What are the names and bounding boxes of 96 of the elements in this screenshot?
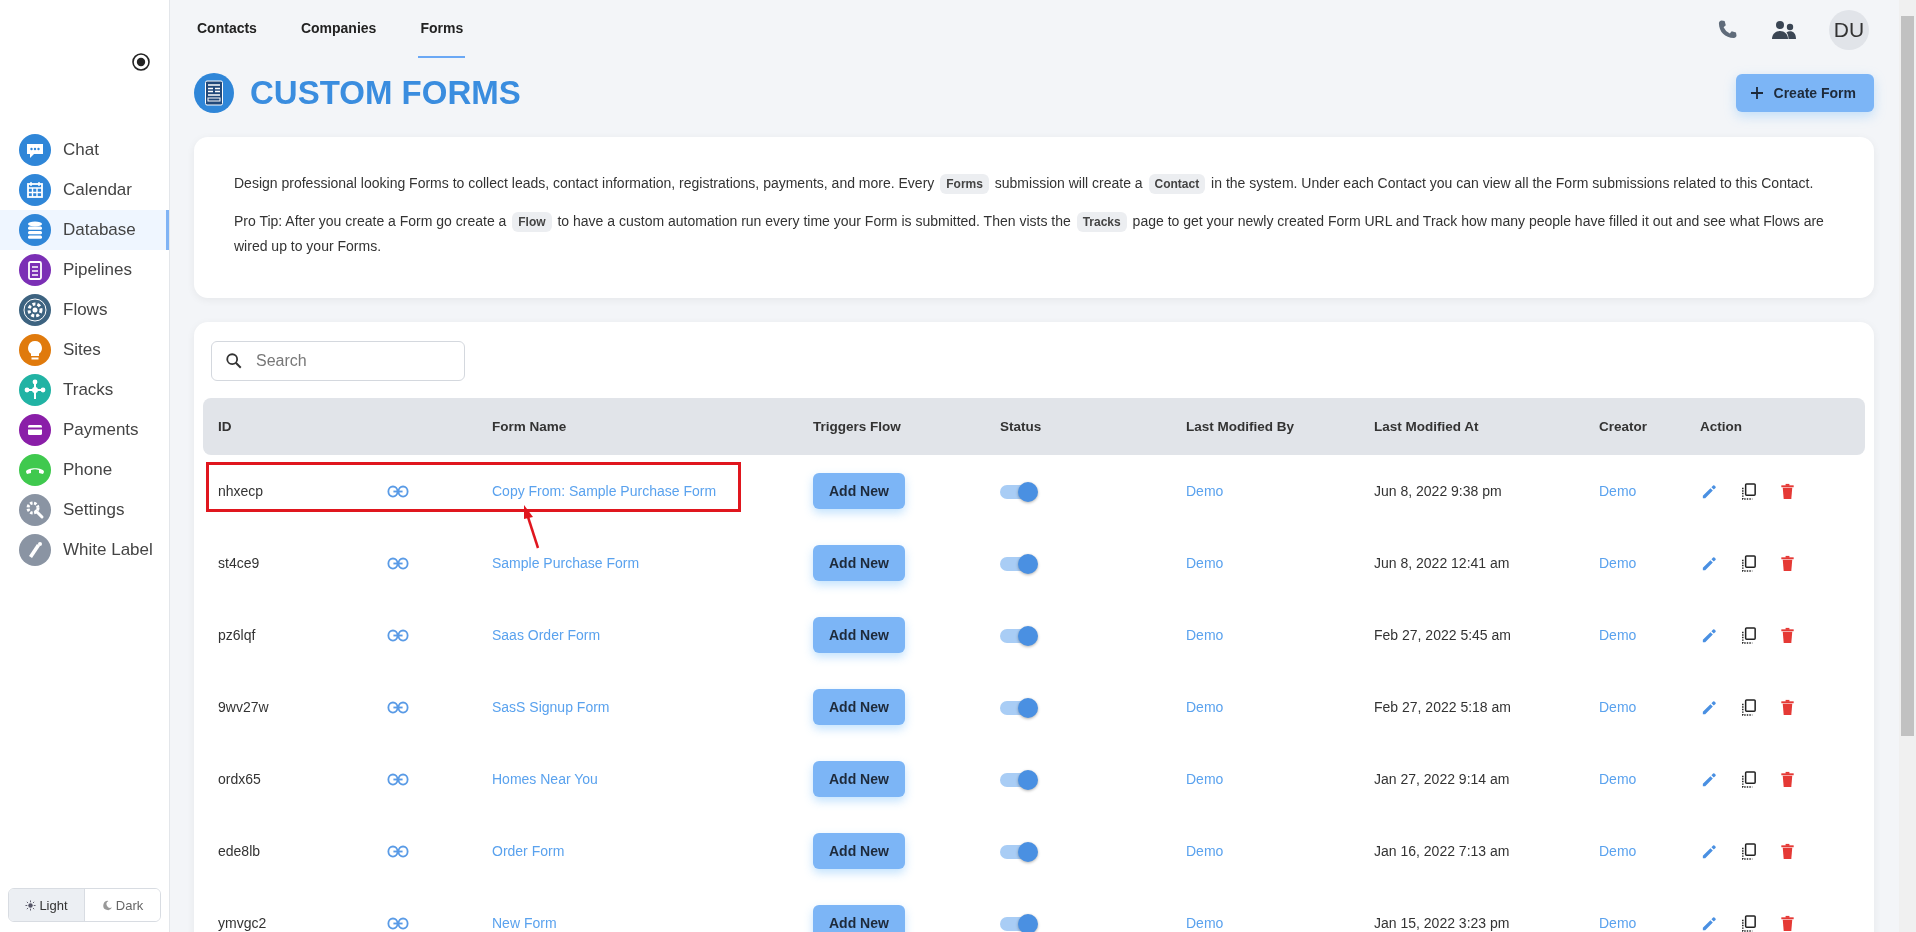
status-toggle[interactable] [1000, 772, 1036, 787]
sidebar-item[interactable]: Pipelines [0, 250, 169, 290]
trash-icon[interactable] [1778, 841, 1797, 861]
sidebar-item[interactable]: White Label [0, 530, 169, 570]
column-header: ID [217, 419, 233, 434]
table-cell: ymvgc2 [218, 915, 267, 931]
clipboard-icon [19, 254, 51, 286]
table-cell-text: Jun 8, 2022 9:38 pm [1373, 483, 1503, 499]
description-text: Pro Tip: After you create a Form go create a Flow to have a custom automation run every time your Form is submitted. Then vists the Tracks page to get your newly created Form URL and Track how many people have filled it out and see what Flows are wired up to your Forms. [234, 211, 1825, 256]
theme-toggle-option[interactable]: Light [9, 889, 84, 921]
add-new-button[interactable]: Add New [813, 833, 905, 869]
sidebar-item[interactable]: Flows [0, 290, 169, 330]
nav-tab[interactable]: Contacts [195, 0, 259, 58]
gear-icon [19, 294, 51, 326]
link-icon[interactable] [387, 916, 409, 930]
add-new-button[interactable]: Add New [813, 473, 905, 509]
link-icon[interactable] [387, 484, 409, 498]
table-cell: st4ce9 [218, 555, 260, 571]
page-title: CUSTOM FORMS [250, 74, 521, 112]
sun-icon [25, 899, 37, 911]
trash-icon[interactable] [1778, 553, 1797, 573]
copy-icon[interactable] [1739, 481, 1758, 501]
table-cell: nhxecp [218, 483, 264, 499]
nav-tab[interactable]: Forms [418, 0, 466, 58]
trash-icon[interactable] [1778, 625, 1797, 645]
plus-icon [1749, 86, 1764, 100]
sidebar-item[interactable]: Phone [0, 450, 169, 490]
table-cell-text: Feb 27, 2022 5:45 am [1373, 627, 1512, 643]
link-icon[interactable] [387, 700, 409, 714]
table-cell: ordx65 [218, 771, 261, 787]
table-cell-text: Jan 15, 2022 3:23 pm [1373, 915, 1511, 931]
form-icon [194, 73, 234, 113]
table-cell: ede8lb [218, 843, 261, 859]
column-header: Triggers Flow [812, 419, 902, 434]
status-toggle[interactable] [1000, 484, 1036, 499]
copy-icon[interactable] [1739, 769, 1758, 789]
status-toggle[interactable] [1000, 628, 1036, 643]
chat-bubble-icon [19, 134, 51, 166]
column-header: Status [999, 419, 1043, 434]
phone-icon [19, 454, 51, 486]
annotation-arrow [521, 505, 541, 549]
table-cell: 9wv27w [218, 699, 269, 715]
link-icon[interactable] [387, 556, 409, 570]
trash-icon[interactable] [1778, 697, 1797, 717]
column-header: Last Modified At [1373, 419, 1480, 434]
calendar-icon [19, 174, 51, 206]
status-toggle[interactable] [1000, 556, 1036, 571]
user-avatar[interactable]: DU [1829, 10, 1869, 50]
card-icon [19, 414, 51, 446]
sidebar-item[interactable]: Calendar [0, 170, 169, 210]
table-cell-text: Jan 16, 2022 7:13 am [1373, 843, 1511, 859]
column-header: Action [1699, 419, 1743, 434]
create-form-button[interactable]: Create Form [1735, 74, 1874, 112]
add-new-button[interactable]: Add New [813, 545, 905, 581]
table-cell-text: Jan 27, 2022 9:14 am [1373, 771, 1511, 787]
link-icon[interactable] [387, 844, 409, 858]
moon-icon [101, 899, 113, 911]
sidebar-item[interactable]: Chat [0, 130, 169, 170]
copy-icon[interactable] [1739, 553, 1758, 573]
add-new-button[interactable]: Add New [813, 761, 905, 797]
add-new-button[interactable]: Add New [813, 617, 905, 653]
copy-icon[interactable] [1739, 841, 1758, 861]
lightbulb-icon [19, 334, 51, 366]
status-toggle[interactable] [1000, 844, 1036, 859]
column-header: Creator [1598, 419, 1648, 434]
sidebar-item[interactable]: Database [0, 210, 169, 250]
column-header: Last Modified By [1185, 419, 1295, 434]
table-cell-text: Feb 27, 2022 5:18 am [1373, 699, 1512, 715]
table-cell-text: Jun 8, 2022 12:41 am [1373, 555, 1511, 571]
sidebar-item[interactable]: Payments [0, 410, 169, 450]
users-icon[interactable] [1771, 20, 1797, 40]
trash-icon[interactable] [1778, 913, 1797, 932]
copy-icon[interactable] [1739, 913, 1758, 932]
column-header: Form Name [491, 419, 568, 434]
description-text: Design professional looking Forms to collect leads, contact information, registrations, payments, and more. Every Forms submission will create a Contact in the system. Under each Contact you can view all the Form submissions related to this Contact. [234, 171, 1834, 196]
sidebar-item[interactable]: Settings [0, 490, 169, 530]
status-toggle[interactable] [1000, 700, 1036, 715]
radio-icon[interactable] [131, 52, 151, 72]
copy-icon[interactable] [1739, 697, 1758, 717]
link-icon[interactable] [387, 628, 409, 642]
add-new-button[interactable]: Add New [813, 689, 905, 725]
trash-icon[interactable] [1778, 769, 1797, 789]
network-icon [19, 374, 51, 406]
sidebar-item[interactable]: Tracks [0, 370, 169, 410]
link-icon[interactable] [387, 772, 409, 786]
database-icon [19, 214, 51, 246]
theme-toggle-option[interactable]: Dark [84, 889, 160, 921]
status-toggle[interactable] [1000, 916, 1036, 931]
search-field[interactable]: Search [211, 341, 465, 381]
add-new-button[interactable]: Add New [813, 905, 905, 932]
nav-tab[interactable]: Companies [298, 0, 379, 58]
copy-icon[interactable] [1739, 625, 1758, 645]
sidebar-item[interactable]: Sites [0, 330, 169, 370]
scrollbar[interactable] [1899, 0, 1916, 932]
trash-icon[interactable] [1778, 481, 1797, 501]
table-cell: pz6lqf [218, 627, 256, 643]
